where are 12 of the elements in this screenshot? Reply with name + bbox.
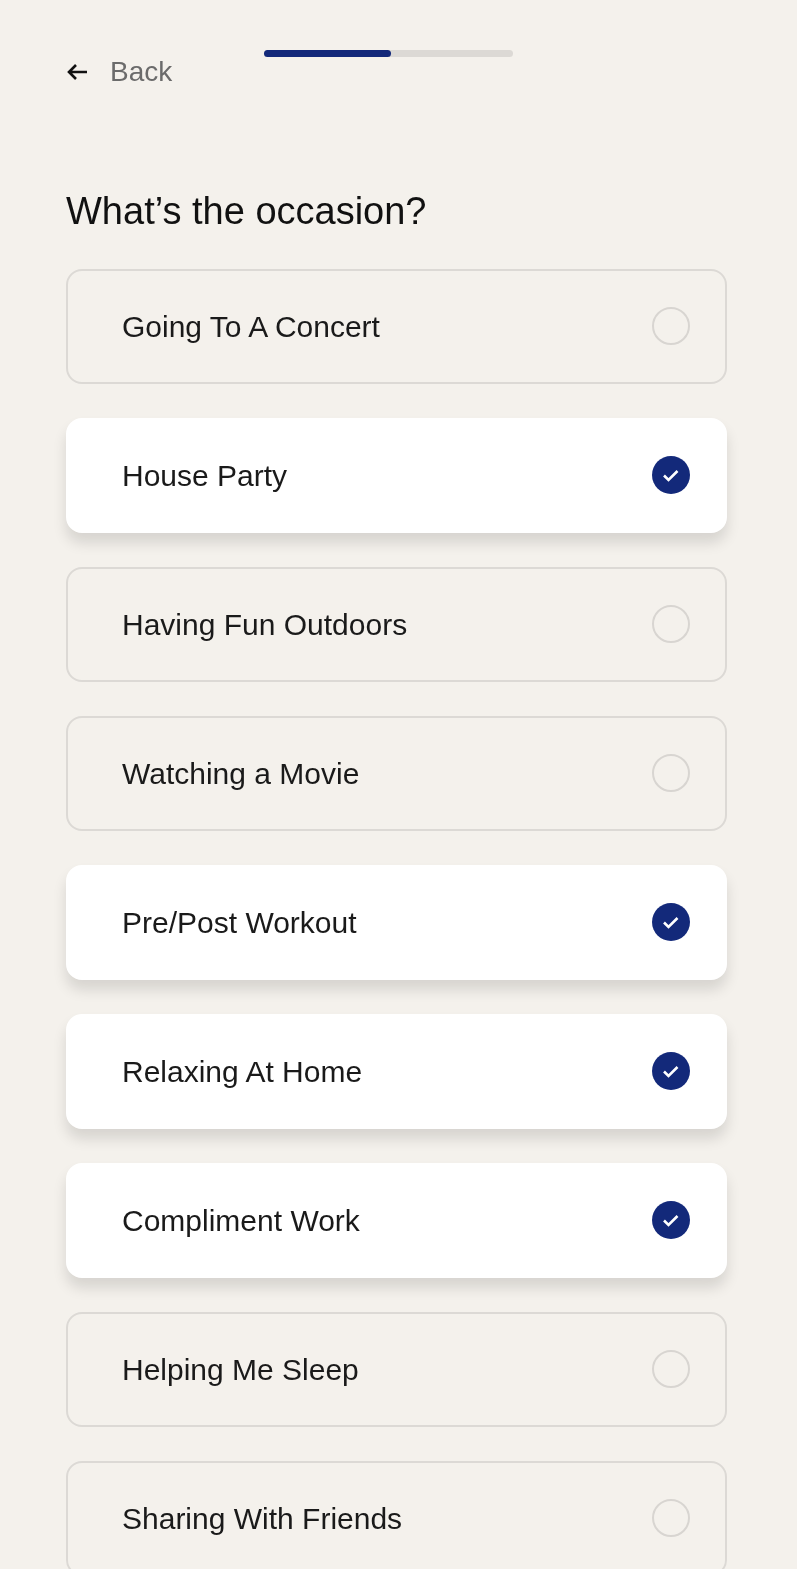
back-arrow-icon <box>66 63 88 81</box>
option-card[interactable]: Watching a Movie <box>66 715 727 831</box>
option-card[interactable]: Pre/Post Workout <box>66 864 727 980</box>
option-card[interactable]: House Party <box>66 417 727 533</box>
option-card[interactable]: Sharing With Friends <box>66 1460 727 1569</box>
option-card[interactable]: Going To A Concert <box>66 268 727 384</box>
question-heading: What’s the occasion? <box>66 189 428 234</box>
option-card[interactable]: Relaxing At Home <box>66 1013 727 1129</box>
option-card[interactable]: Having Fun Outdoors <box>66 566 727 682</box>
option-card[interactable]: Compliment Work <box>66 1162 727 1278</box>
option-card[interactable]: Helping Me Sleep <box>66 1311 727 1427</box>
back-button[interactable]: Back <box>66 56 173 88</box>
